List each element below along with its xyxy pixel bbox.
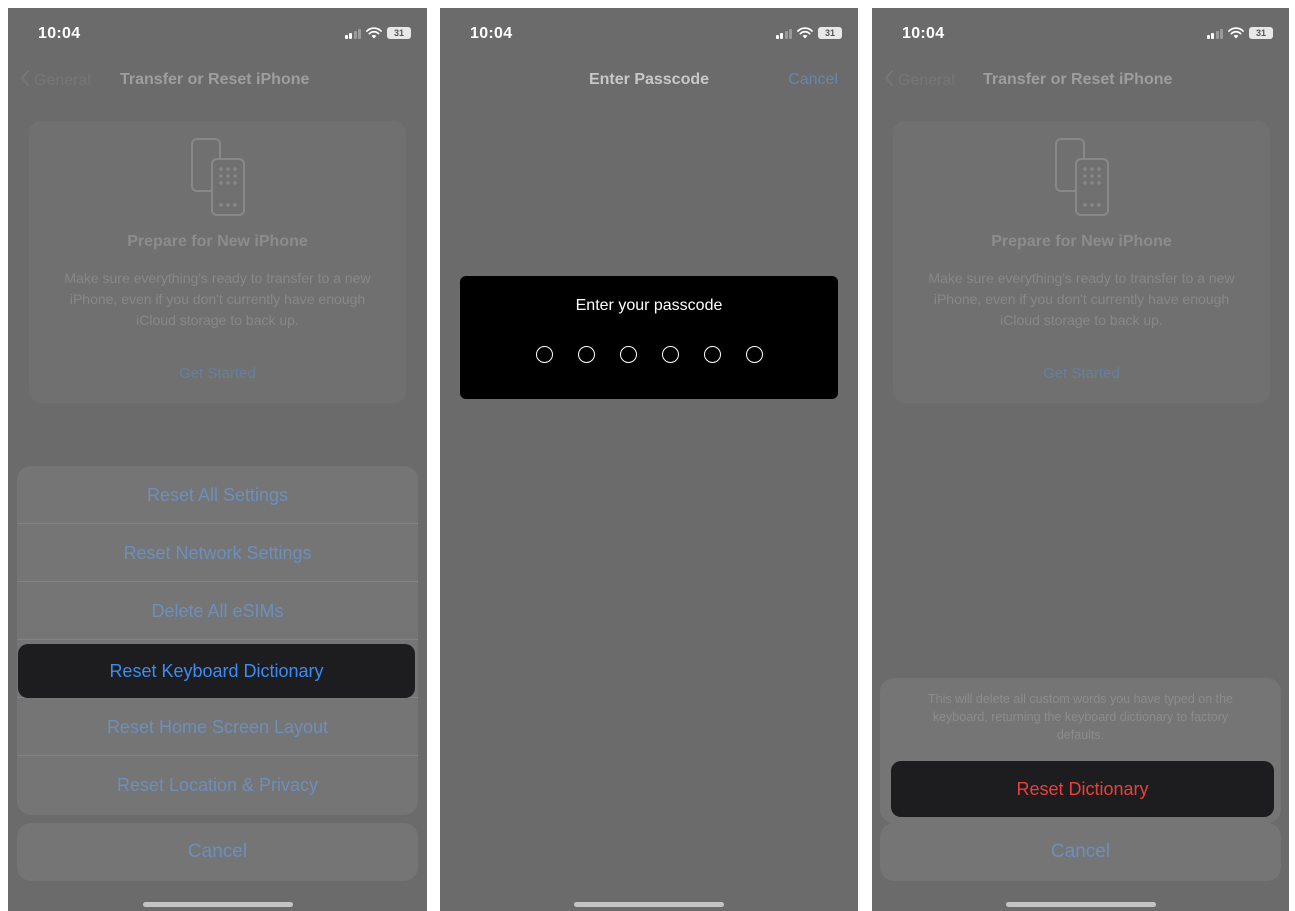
passcode-digit <box>577 346 595 363</box>
prepare-card: Prepare for New iPhone Make sure everyth… <box>29 121 406 403</box>
reset-all-settings-button[interactable]: Reset All Settings <box>17 466 418 524</box>
status-time: 10:04 <box>902 25 945 42</box>
signal-icon <box>344 28 361 39</box>
page-title: Transfer or Reset iPhone <box>983 71 1173 88</box>
reset-keyboard-dictionary-button[interactable]: Reset Keyboard Dictionary <box>18 644 415 698</box>
reset-action-sheet: Reset All Settings Reset Network Setting… <box>17 466 418 815</box>
status-icons: 31 <box>1206 27 1273 39</box>
prepare-description: Make sure everything's ready to transfer… <box>64 270 371 328</box>
navigation-bar: General Transfer or Reset iPhone <box>872 68 1289 94</box>
cancel-link[interactable]: Cancel <box>788 71 838 89</box>
passcode-digit <box>619 346 637 363</box>
screen-confirm-reset: 10:04 31 General Transfer or Reset iPhon… <box>872 8 1289 911</box>
wifi-icon <box>797 27 813 39</box>
screen-reset-options: 10:04 31 General Transfer or Reset iPhon… <box>8 8 427 911</box>
battery-icon: 31 <box>1249 27 1273 39</box>
battery-icon: 31 <box>818 27 842 39</box>
home-indicator <box>1005 902 1156 907</box>
passcode-digit <box>661 346 679 363</box>
home-indicator <box>574 902 724 907</box>
reset-home-screen-layout-button[interactable]: Reset Home Screen Layout <box>17 698 418 756</box>
passcode-digit <box>745 346 763 363</box>
phone-transfer-icon <box>188 137 248 222</box>
phone-transfer-icon <box>1052 137 1112 222</box>
battery-icon: 31 <box>387 27 411 39</box>
back-button[interactable]: General <box>20 70 91 91</box>
navigation-bar: General Transfer or Reset iPhone <box>8 68 427 94</box>
chevron-left-icon <box>884 70 894 91</box>
wifi-icon <box>1228 27 1244 39</box>
status-icons: 31 <box>344 27 411 39</box>
signal-icon <box>1206 28 1223 39</box>
back-label: General <box>898 71 955 89</box>
wifi-icon <box>366 27 382 39</box>
prepare-description: Make sure everything's ready to transfer… <box>928 270 1235 328</box>
screen-enter-passcode: 10:04 31 Enter Passcode Cancel Enter you… <box>440 8 858 911</box>
page-title: Transfer or Reset iPhone <box>120 71 310 88</box>
prepare-card: Prepare for New iPhone Make sure everyth… <box>893 121 1270 403</box>
cancel-button[interactable]: Cancel <box>17 823 418 881</box>
prepare-title: Prepare for New iPhone <box>991 233 1172 250</box>
home-indicator <box>142 902 293 907</box>
get-started-link[interactable]: Get Started <box>29 365 406 382</box>
passcode-digit <box>535 346 553 363</box>
chevron-left-icon <box>20 70 30 91</box>
cancel-button[interactable]: Cancel <box>880 823 1281 881</box>
status-icons: 31 <box>775 27 842 39</box>
status-time: 10:04 <box>38 25 81 42</box>
passcode-prompt: Enter your passcode <box>575 297 723 314</box>
back-label: General <box>34 71 91 89</box>
reset-location-privacy-button[interactable]: Reset Location & Privacy <box>17 756 418 814</box>
delete-all-esims-button[interactable]: Delete All eSIMs <box>17 582 418 640</box>
passcode-field[interactable] <box>460 346 838 363</box>
signal-icon <box>775 28 792 39</box>
status-time: 10:04 <box>470 25 513 42</box>
back-button[interactable]: General <box>884 70 955 91</box>
passcode-dialog: Enter your passcode <box>460 276 838 399</box>
reset-dictionary-button[interactable]: Reset Dictionary <box>891 761 1274 817</box>
get-started-link[interactable]: Get Started <box>893 365 1270 382</box>
passcode-digit <box>703 346 721 363</box>
reset-network-settings-button[interactable]: Reset Network Settings <box>17 524 418 582</box>
navigation-bar: Enter Passcode Cancel <box>440 68 858 94</box>
prepare-title: Prepare for New iPhone <box>127 233 308 250</box>
confirm-message: This will delete all custom words you ha… <box>927 692 1234 742</box>
